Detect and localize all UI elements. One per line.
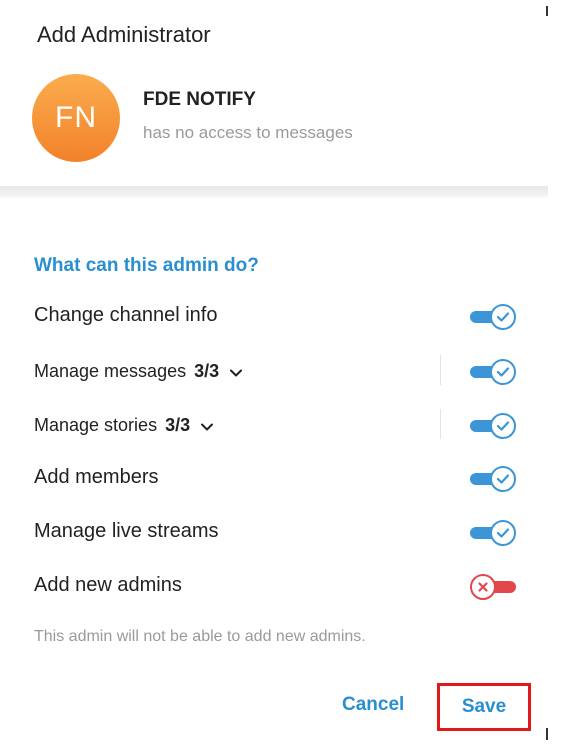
permission-row-manage-live-streams[interactable]: Manage live streams xyxy=(0,514,548,550)
toggle-manage-live-streams[interactable] xyxy=(470,520,516,546)
permission-count: 3/3 xyxy=(194,361,220,381)
x-icon xyxy=(470,574,496,600)
user-status: has no access to messages xyxy=(143,123,353,142)
permission-row-add-new-admins[interactable]: Add new admins xyxy=(0,568,548,604)
permission-label: Manage messages xyxy=(34,361,187,381)
permission-row-manage-messages[interactable]: Manage messages 3/3 xyxy=(0,353,548,389)
toggle-manage-messages[interactable] xyxy=(470,359,516,385)
check-icon xyxy=(490,466,516,492)
permission-row-change-channel-info[interactable]: Change channel info xyxy=(0,298,548,334)
add-administrator-dialog: Add Administrator FN FDE NOTIFY has no a… xyxy=(0,0,548,744)
toggle-add-members[interactable] xyxy=(470,466,516,492)
check-icon xyxy=(490,520,516,546)
window-edge-mark xyxy=(546,728,548,740)
check-icon xyxy=(490,359,516,385)
permission-label-group[interactable]: Manage stories 3/3 xyxy=(34,415,214,437)
permission-row-manage-stories[interactable]: Manage stories 3/3 xyxy=(0,407,548,443)
permission-row-add-members[interactable]: Add members xyxy=(0,460,548,496)
check-icon xyxy=(490,304,516,330)
permission-label: Add new admins xyxy=(34,574,182,596)
permission-label: Manage stories xyxy=(34,415,158,435)
chevron-down-icon[interactable] xyxy=(229,362,243,383)
toggle-add-new-admins[interactable] xyxy=(470,574,516,600)
save-highlight-box: Save xyxy=(437,683,531,731)
permission-label-group[interactable]: Manage messages 3/3 xyxy=(34,361,243,383)
save-button[interactable]: Save xyxy=(462,696,506,718)
avatar-initials: FN xyxy=(55,101,97,134)
cancel-button[interactable]: Cancel xyxy=(342,694,404,716)
chevron-down-icon[interactable] xyxy=(200,416,214,437)
permissions-heading: What can this admin do? xyxy=(34,255,259,276)
section-divider xyxy=(0,186,548,200)
toggle-manage-stories[interactable] xyxy=(470,413,516,439)
permission-label: Add members xyxy=(34,466,159,488)
vertical-separator xyxy=(440,355,441,385)
avatar: FN xyxy=(32,74,120,162)
permission-label: Manage live streams xyxy=(34,520,219,542)
permission-note: This admin will not be able to add new a… xyxy=(34,628,366,645)
check-icon xyxy=(490,413,516,439)
window-edge-mark xyxy=(546,6,548,16)
toggle-change-channel-info[interactable] xyxy=(470,304,516,330)
permission-count: 3/3 xyxy=(165,415,191,435)
user-name: FDE NOTIFY xyxy=(143,89,256,110)
vertical-separator xyxy=(440,409,441,439)
dialog-title: Add Administrator xyxy=(37,22,211,47)
permission-label: Change channel info xyxy=(34,304,218,326)
